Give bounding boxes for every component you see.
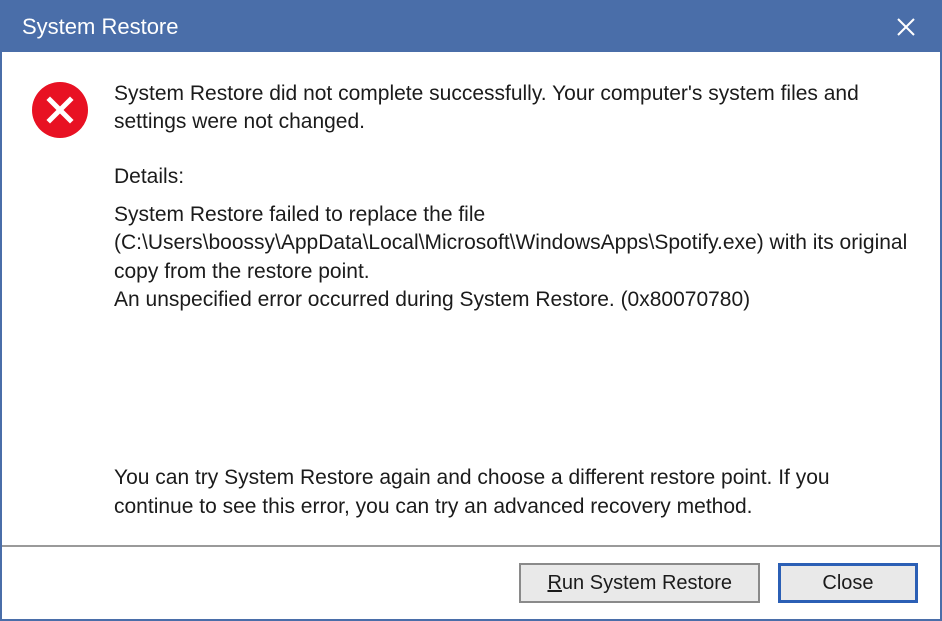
icon-column <box>32 80 96 535</box>
close-button-label: Close <box>822 572 873 595</box>
message-body: System Restore did not complete successf… <box>2 52 940 545</box>
run-button-rest: un System Restore <box>562 572 732 594</box>
error-icon <box>32 82 88 138</box>
mnemonic-letter: R <box>547 572 561 594</box>
content-area: System Restore did not complete successf… <box>2 52 940 619</box>
run-system-restore-button[interactable]: Run System Restore <box>519 563 760 603</box>
text-column: System Restore did not complete successf… <box>114 80 910 535</box>
dialog-footer: Run System Restore Close <box>2 545 940 619</box>
titlebar: System Restore <box>2 2 940 52</box>
window-close-button[interactable] <box>886 7 926 47</box>
summary-text: System Restore did not complete successf… <box>114 80 910 137</box>
details-label: Details: <box>114 163 910 191</box>
details-text: System Restore failed to replace the fil… <box>114 201 910 314</box>
window-title: System Restore <box>22 14 179 40</box>
system-restore-dialog: System Restore System Restore did not co… <box>0 0 942 621</box>
close-icon <box>896 17 916 37</box>
suggestion-text: You can try System Restore again and cho… <box>114 464 910 521</box>
close-button[interactable]: Close <box>778 563 918 603</box>
